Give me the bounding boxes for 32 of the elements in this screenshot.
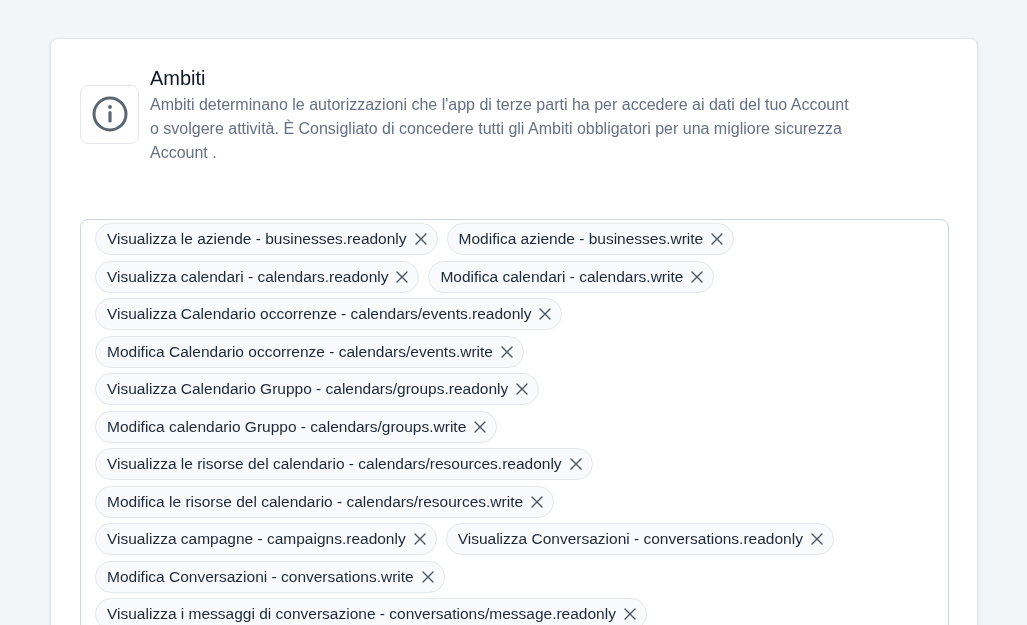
close-icon[interactable] xyxy=(413,533,426,545)
close-icon[interactable] xyxy=(396,270,409,283)
close-icon[interactable] xyxy=(539,308,552,320)
close-icon[interactable] xyxy=(711,233,724,245)
tag-label: Visualizza i messaggi di conversazione - conversations/message.readonly xyxy=(107,604,616,625)
info-icon xyxy=(91,96,128,132)
close-icon[interactable] xyxy=(691,270,704,283)
tag-label: Visualizza le aziende - businesses.readonly xyxy=(107,229,407,250)
close-icon[interactable] xyxy=(474,420,487,433)
tag-label: Visualizza calendari - calendars.readonly xyxy=(107,266,389,287)
close-icon[interactable] xyxy=(810,533,823,545)
close-icon[interactable] xyxy=(516,383,529,395)
tag-label: Modifica calendari - calendars.write xyxy=(440,266,684,287)
tag-label: Visualizza Calendario Gruppo - calendars/groups.readonly xyxy=(107,379,509,400)
tag-label: Modifica Calendario occorrenze - calendars/events.write xyxy=(107,341,493,362)
tag-label: Visualizza Calendario occorrenze - calendars/events.readonly xyxy=(107,304,532,325)
tag-label: Modifica Conversazioni - conversations.write xyxy=(107,566,414,587)
tag-label: Modifica calendario Gruppo - calendars/groups.write xyxy=(107,416,467,437)
tag-label: Visualizza campagne - campaigns.readonly xyxy=(107,529,406,550)
tag-label: Modifica le risorse del calendario - calendars/resources.write xyxy=(107,491,524,512)
close-icon[interactable] xyxy=(531,495,544,508)
tag-label: Visualizza Conversazioni - conversations.readonly xyxy=(457,529,803,550)
tag-label: Visualizza le risorse del calendario - calendars/resources.readonly xyxy=(107,454,562,475)
scopes-field[interactable] xyxy=(80,219,949,625)
close-icon[interactable] xyxy=(623,608,636,620)
close-icon[interactable] xyxy=(421,570,434,583)
close-icon[interactable] xyxy=(500,345,513,358)
section-description: Ambiti determinano le autorizzazioni che l'app di terze parti ha per accedere ai dati del tuo Account o svolgere attività. È Consigliato di concedere tutti gli Ambiti obbligatori per una migliore sicurezza Account . xyxy=(150,95,850,163)
close-icon[interactable] xyxy=(569,458,582,470)
section-title: Ambiti xyxy=(150,66,207,91)
close-icon[interactable] xyxy=(414,233,427,245)
tag-label: Modifica aziende - businesses.write xyxy=(458,229,704,250)
